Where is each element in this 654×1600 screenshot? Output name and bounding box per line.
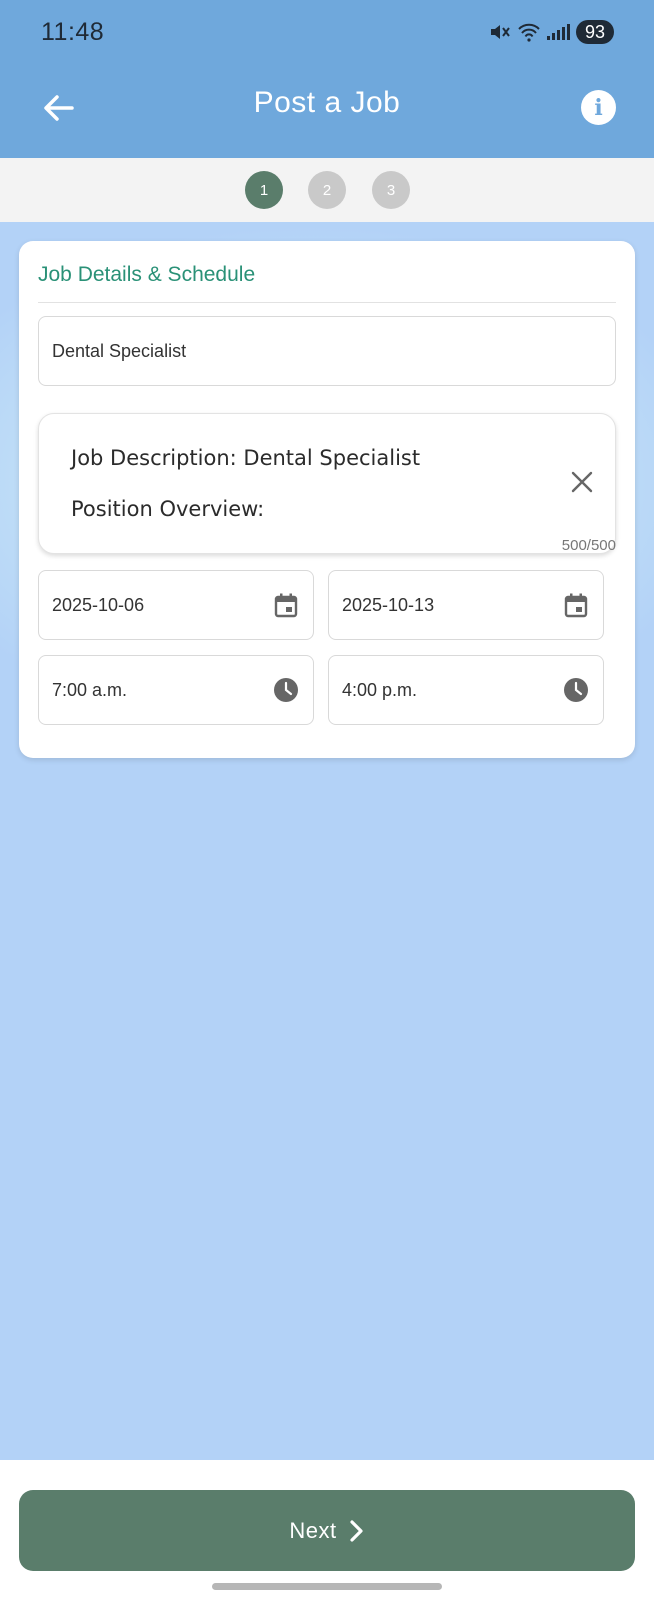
- step-1: 1: [245, 171, 283, 209]
- end-time-value: 4:00 p.m.: [342, 679, 418, 700]
- description-line-2: Position Overview:: [71, 497, 265, 521]
- wifi-icon: [518, 23, 540, 42]
- job-description-input[interactable]: Job Description: Dental Specialist Posit…: [38, 413, 616, 554]
- character-counter: 500/500: [561, 537, 616, 554]
- job-details-card: Job Details & Schedule Dental Specialist…: [19, 241, 635, 758]
- end-time-field[interactable]: 4:00 p.m.: [328, 655, 604, 725]
- step-3: 3: [372, 171, 410, 209]
- info-button[interactable]: i: [581, 90, 616, 125]
- home-indicator[interactable]: [212, 1583, 442, 1590]
- next-button-label: Next: [289, 1517, 337, 1543]
- mute-icon: [491, 25, 510, 39]
- start-date-value: 2025-10-06: [52, 594, 145, 615]
- divider: [38, 302, 616, 303]
- status-time: 11:48: [41, 18, 105, 46]
- chevron-right-icon: [350, 1519, 363, 1542]
- clock-icon[interactable]: [563, 677, 589, 703]
- calendar-icon[interactable]: [563, 592, 589, 618]
- status-icons: 93: [489, 20, 614, 44]
- start-date-field[interactable]: 2025-10-06: [38, 570, 314, 640]
- card-title: Job Details & Schedule: [38, 263, 256, 286]
- job-title-input[interactable]: Dental Specialist: [38, 316, 616, 386]
- clock-icon[interactable]: [273, 677, 299, 703]
- job-title-value: Dental Specialist: [52, 340, 187, 361]
- cell-signal-icon: [547, 24, 570, 40]
- step-indicator: 1 2 3: [0, 158, 654, 222]
- next-button[interactable]: Next: [19, 1490, 635, 1571]
- app-header: 11:48 93 Post a Job i: [0, 0, 654, 158]
- page-title: Post a Job: [253, 86, 401, 119]
- battery-indicator: 93: [576, 20, 614, 44]
- calendar-icon[interactable]: [273, 592, 299, 618]
- step-2: 2: [308, 171, 346, 209]
- end-date-field[interactable]: 2025-10-13: [328, 570, 604, 640]
- info-icon: i: [594, 94, 603, 121]
- start-time-value: 7:00 a.m.: [52, 679, 128, 700]
- start-time-field[interactable]: 7:00 a.m.: [38, 655, 314, 725]
- end-date-value: 2025-10-13: [342, 594, 435, 615]
- description-line-1: Job Description: Dental Specialist: [71, 446, 421, 470]
- close-icon[interactable]: [569, 469, 595, 495]
